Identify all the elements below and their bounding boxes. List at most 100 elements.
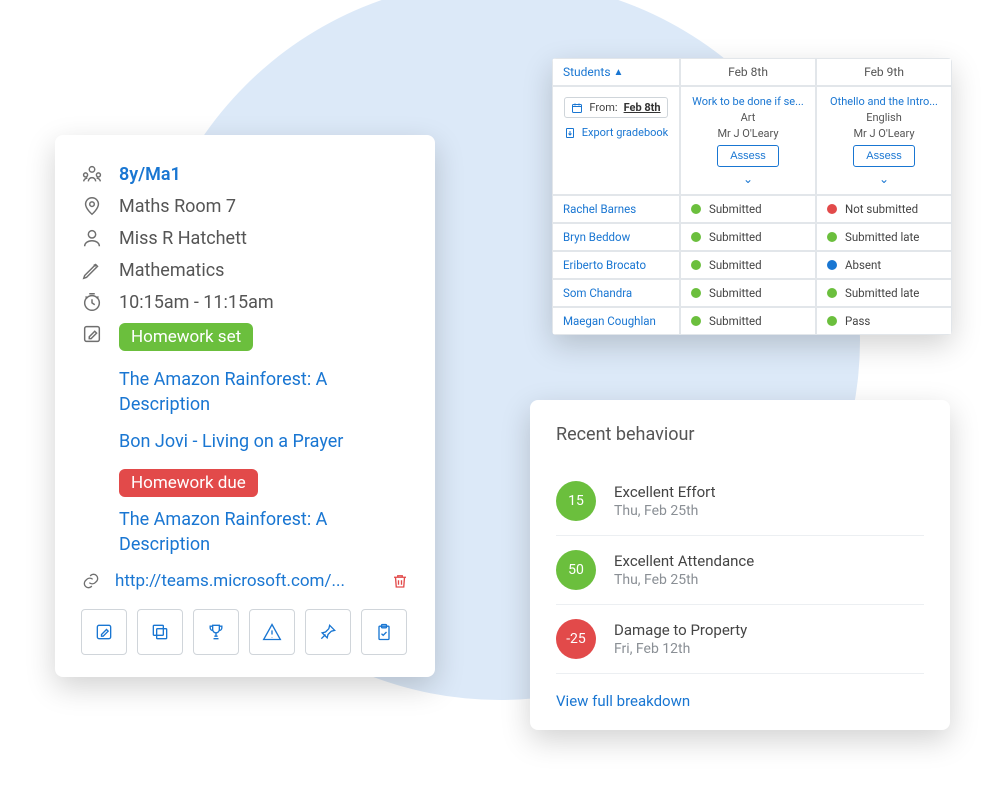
status-label: Submitted <box>709 286 762 300</box>
assignment-teacher: Mr J O'Leary <box>717 127 778 140</box>
status-dot-icon <box>691 204 701 214</box>
time-text: 10:15am - 11:15am <box>119 292 274 313</box>
chevron-down-icon[interactable]: ⌄ <box>743 172 753 186</box>
action-warning-button[interactable] <box>249 609 295 655</box>
hw-set-item[interactable]: The Amazon Rainforest: A Description <box>119 367 409 417</box>
behaviour-score: 50 <box>556 550 596 590</box>
students-header-label: Students <box>563 65 611 79</box>
assess-button[interactable]: Assess <box>853 145 914 167</box>
status-cell: Submitted late <box>816 279 952 307</box>
link-icon <box>81 571 101 591</box>
action-copy-button[interactable] <box>137 609 183 655</box>
status-cell: Submitted <box>680 279 816 307</box>
calendar-icon <box>571 102 583 114</box>
export-icon <box>564 127 576 139</box>
class-name[interactable]: 8y/Ma1 <box>119 164 181 185</box>
action-trophy-button[interactable] <box>193 609 239 655</box>
homework-set-row: Homework set <box>81 323 409 357</box>
assignment-teacher: Mr J O'Leary <box>853 127 914 140</box>
behaviour-score: -25 <box>556 619 596 659</box>
date-header: Feb 9th <box>816 58 952 86</box>
status-cell: Submitted <box>680 307 816 335</box>
pencil-icon <box>81 259 103 281</box>
export-label: Export gradebook <box>582 126 669 139</box>
behaviour-item: 50 Excellent Attendance Thu, Feb 25th <box>556 536 924 605</box>
action-edit-button[interactable] <box>81 609 127 655</box>
status-cell: Pass <box>816 307 952 335</box>
teams-url[interactable]: http://teams.microsoft.com/... <box>115 571 377 591</box>
homework-due-badge: Homework due <box>119 469 258 497</box>
from-date-picker[interactable]: From: Feb 8th <box>564 97 667 118</box>
status-dot-icon <box>691 316 701 326</box>
student-name[interactable]: Som Chandra <box>563 286 632 300</box>
student-name[interactable]: Maegan Coughlan <box>563 314 656 328</box>
gradebook-tools: From: Feb 8th Export gradebook <box>552 86 680 195</box>
location-icon <box>81 195 103 217</box>
delete-url-button[interactable] <box>391 572 409 590</box>
student-name-cell: Maegan Coughlan <box>552 307 680 335</box>
status-cell: Absent <box>816 251 952 279</box>
behaviour-card: Recent behaviour 15 Excellent Effort Thu… <box>530 400 950 730</box>
assignment-subject: English <box>866 111 902 124</box>
assess-button[interactable]: Assess <box>717 145 778 167</box>
assignment-cell: Work to be done if se... Art Mr J O'Lear… <box>680 86 816 195</box>
gradebook-table: Students ▲ Feb 8th Feb 9th From: Feb 8th… <box>552 58 952 335</box>
student-name[interactable]: Eriberto Brocato <box>563 258 646 272</box>
status-label: Submitted <box>709 258 762 272</box>
status-cell: Submitted <box>680 223 816 251</box>
action-pin-button[interactable] <box>305 609 351 655</box>
url-row: http://teams.microsoft.com/... <box>81 571 409 591</box>
status-dot-icon <box>827 232 837 242</box>
behaviour-date: Thu, Feb 25th <box>614 572 754 588</box>
status-cell: Submitted <box>680 251 816 279</box>
status-label: Submitted late <box>845 230 919 244</box>
action-clipboard-button[interactable] <box>361 609 407 655</box>
export-gradebook-link[interactable]: Export gradebook <box>564 126 669 139</box>
subject-name: Mathematics <box>119 260 224 281</box>
behaviour-label: Damage to Property <box>614 621 747 639</box>
assignment-cell: Othello and the Intro... English Mr J O'… <box>816 86 952 195</box>
behaviour-date: Fri, Feb 12th <box>614 641 747 657</box>
clock-icon <box>81 291 103 313</box>
status-dot-icon <box>827 288 837 298</box>
gradebook-card: Students ▲ Feb 8th Feb 9th From: Feb 8th… <box>552 58 952 335</box>
room-row: Maths Room 7 <box>81 195 409 217</box>
student-name-cell: Som Chandra <box>552 279 680 307</box>
student-name[interactable]: Rachel Barnes <box>563 202 636 216</box>
behaviour-date: Thu, Feb 25th <box>614 503 716 519</box>
status-dot-icon <box>691 232 701 242</box>
time-row: 10:15am - 11:15am <box>81 291 409 313</box>
behaviour-label: Excellent Attendance <box>614 552 754 570</box>
hw-set-item[interactable]: Bon Jovi - Living on a Prayer <box>119 429 409 454</box>
students-header[interactable]: Students ▲ <box>552 58 680 86</box>
chevron-down-icon[interactable]: ⌄ <box>879 172 889 186</box>
student-name[interactable]: Bryn Beddow <box>563 230 630 244</box>
assignment-title[interactable]: Othello and the Intro... <box>830 95 938 108</box>
status-label: Absent <box>845 258 881 272</box>
status-dot-icon <box>827 260 837 270</box>
sort-caret-icon: ▲ <box>614 67 624 78</box>
status-label: Not submitted <box>845 202 918 216</box>
status-label: Submitted <box>709 230 762 244</box>
assignment-title[interactable]: Work to be done if se... <box>692 95 804 108</box>
view-full-breakdown-link[interactable]: View full breakdown <box>556 692 690 710</box>
status-dot-icon <box>827 204 837 214</box>
student-name-cell: Eriberto Brocato <box>552 251 680 279</box>
behaviour-item: 15 Excellent Effort Thu, Feb 25th <box>556 467 924 536</box>
homework-set-badge: Homework set <box>119 323 253 351</box>
from-date: Feb 8th <box>624 101 661 114</box>
status-cell: Submitted late <box>816 223 952 251</box>
status-cell: Submitted <box>680 195 816 223</box>
status-dot-icon <box>827 316 837 326</box>
edit-icon <box>81 323 103 345</box>
hw-set-list: The Amazon Rainforest: A Description Bon… <box>119 367 409 455</box>
hw-due-item[interactable]: The Amazon Rainforest: A Description <box>119 507 409 557</box>
from-label: From: <box>589 101 617 114</box>
status-cell: Not submitted <box>816 195 952 223</box>
room-name: Maths Room 7 <box>119 196 236 217</box>
behaviour-item: -25 Damage to Property Fri, Feb 12th <box>556 605 924 674</box>
status-label: Submitted late <box>845 286 919 300</box>
assignment-subject: Art <box>741 111 756 124</box>
status-dot-icon <box>691 260 701 270</box>
date-header: Feb 8th <box>680 58 816 86</box>
